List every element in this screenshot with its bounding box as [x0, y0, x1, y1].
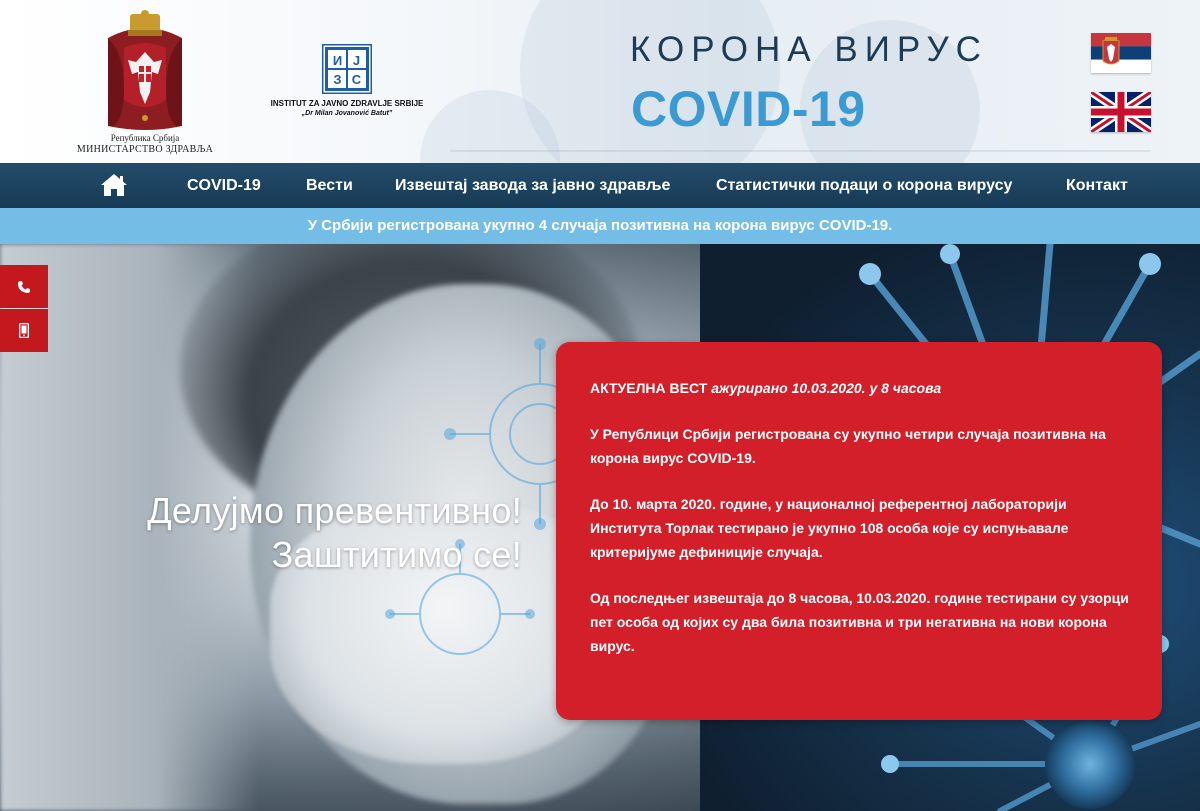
- institute-logo-letter: С: [352, 72, 362, 87]
- institute-logo[interactable]: И Ј З С: [322, 44, 372, 94]
- nav-item-news[interactable]: Вести: [306, 163, 353, 208]
- phone-contact-tab[interactable]: [0, 265, 48, 308]
- institute-logo-letter: Ј: [353, 53, 360, 68]
- nav-item-public-health-report[interactable]: Извештај завода за јавно здравље: [395, 163, 670, 208]
- hero-slogan-line2: Заштитимо се!: [271, 534, 522, 575]
- news-label: АКТУЕЛНА ВЕСТ: [590, 380, 708, 396]
- news-headline: АКТУЕЛНА ВЕСТ ажурирано 10.03.2020. у 8 …: [590, 376, 1130, 400]
- mobile-contact-tab[interactable]: [0, 309, 48, 352]
- ministry-caption: Република Србија МИНИСТАРСТВО ЗДРАВЉА: [60, 133, 230, 155]
- nav-item-covid19[interactable]: COVID-19: [187, 163, 261, 208]
- hero-slogan-line1: Делујмо превентивно!: [147, 490, 522, 531]
- nav-item-contact[interactable]: Контакт: [1066, 163, 1128, 208]
- institute-logo-letter: З: [333, 72, 341, 87]
- serbian-flag-icon[interactable]: [1091, 33, 1151, 73]
- news-ticker[interactable]: У Србији регистрована укупно 4 случаја п…: [0, 208, 1200, 244]
- ministry-name: МИНИСТАРСТВО ЗДРАВЉА: [76, 144, 214, 155]
- news-updated: ажурирано 10.03.2020. у 8 часова: [711, 380, 942, 396]
- home-icon[interactable]: [100, 173, 128, 197]
- institute-name: INSTITUT ZA JAVNO ZDRAVLJE SRBIJE: [270, 99, 424, 108]
- mobile-phone-icon: [19, 323, 29, 338]
- news-paragraph: У Републици Србији регистрована су укупн…: [590, 426, 1106, 466]
- nav-item-statistics[interactable]: Статистички подаци о корона вирусу: [716, 163, 1012, 208]
- current-news-card: АКТУЕЛНА ВЕСТ ажурирано 10.03.2020. у 8 …: [556, 342, 1162, 720]
- institute-subtitle: „Dr Milan Jovanović Batut”: [301, 110, 393, 117]
- page-title-covid: COVID-19: [631, 81, 866, 137]
- ministry-country: Република Србија: [110, 133, 180, 143]
- news-content: АКТУЕЛНА ВЕСТ ажурирано 10.03.2020. у 8 …: [590, 376, 1130, 680]
- page-title-corona: КОРОНА ВИРУС: [630, 30, 988, 69]
- hero-slogan: Делујмо превентивно! Заштитимо се!: [0, 489, 522, 577]
- news-paragraph: До 10. марта 2020. године, у националној…: [590, 496, 1069, 560]
- header-decoration: [450, 150, 1150, 152]
- phone-icon: [18, 280, 30, 293]
- institute-caption: INSTITUT ZA JAVNO ZDRAVLJE SRBIJE „Dr Mi…: [262, 99, 432, 119]
- news-paragraph: Од последњег извештаја до 8 часова, 10.0…: [590, 590, 1129, 654]
- site-header: Република Србија МИНИСТАРСТВО ЗДРАВЉА И …: [0, 0, 1200, 163]
- main-navigation: COVID-19 Вести Извештај завода за јавно …: [0, 163, 1200, 208]
- serbia-coat-of-arms-logo[interactable]: [104, 8, 186, 134]
- uk-flag-icon[interactable]: [1091, 92, 1151, 132]
- institute-logo-letter: И: [333, 53, 342, 68]
